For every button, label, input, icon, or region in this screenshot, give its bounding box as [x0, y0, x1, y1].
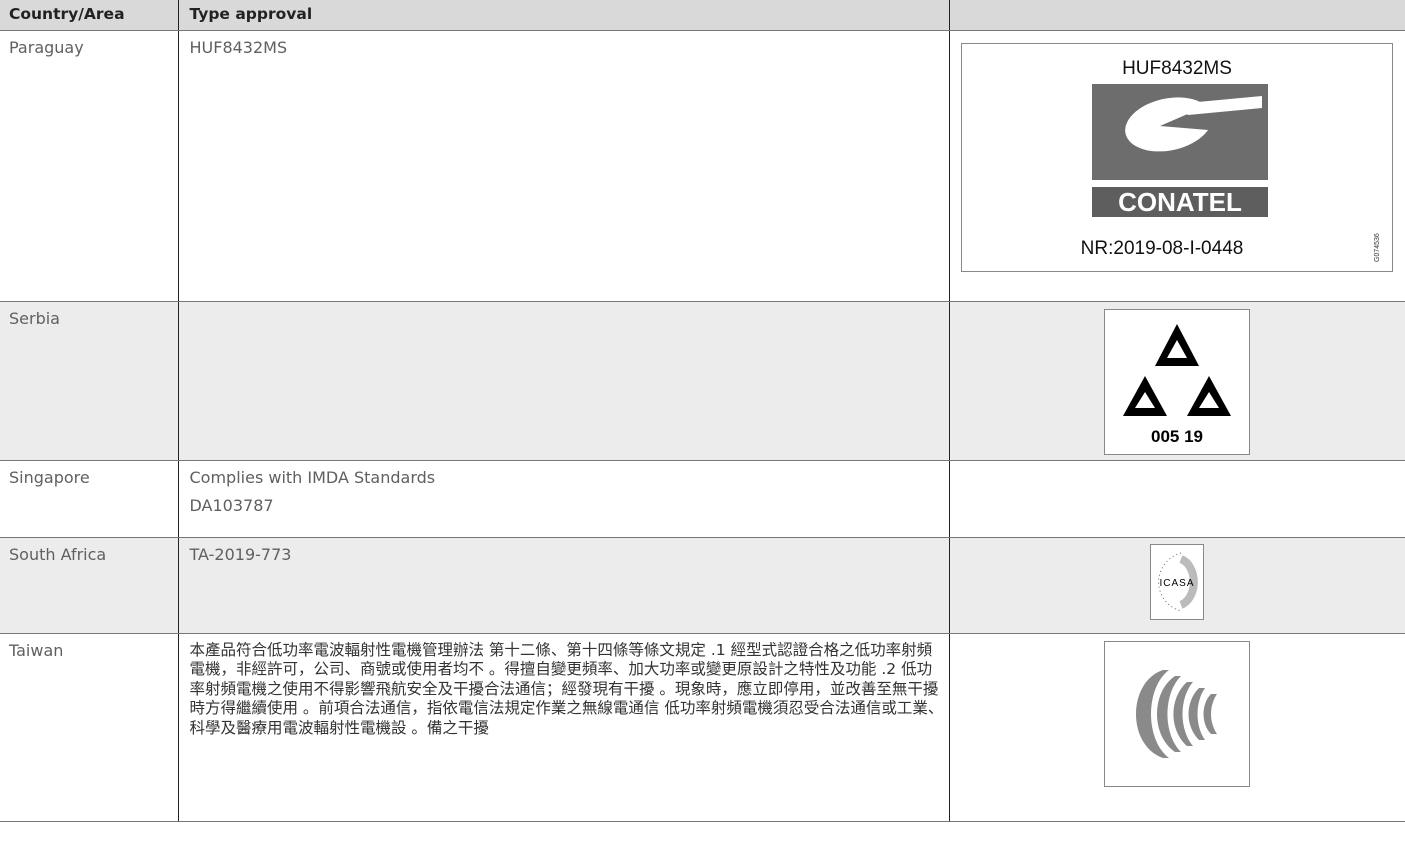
table-row-taiwan: Taiwan 本產品符合低功率電波輻射性電機管理辦法 第十二條、第十四條等條文規…	[0, 633, 1405, 822]
country-taiwan: Taiwan	[0, 633, 178, 822]
conatel-logo-graphic: HUF8432MS CONATEL NR:2019-08-I-0448 G074…	[1081, 58, 1381, 262]
approval-singapore: Complies with IMDA Standards DA103787	[177, 460, 949, 538]
header-logo-column	[948, 0, 1405, 31]
country-singapore: Singapore	[0, 460, 178, 538]
table-header-row: Country/Area Type approval	[0, 0, 1405, 31]
conatel-word: CONATEL	[1118, 187, 1242, 217]
logo-cell-singapore	[948, 460, 1405, 538]
approval-paraguay: HUF8432MS	[177, 30, 949, 302]
header-country-area: Country/Area	[0, 0, 178, 31]
conatel-code: G074536	[1374, 233, 1381, 262]
table-row-south-africa: South Africa TA-2019-773 ICASA	[0, 537, 1405, 634]
logo-cell-serbia: 005 19	[948, 301, 1405, 461]
type-approval-table: Country/Area Type approval Paraguay HUF8…	[0, 0, 1405, 822]
conatel-logo: HUF8432MS CONATEL NR:2019-08-I-0448 G074…	[961, 42, 1394, 272]
country-serbia: Serbia	[0, 301, 178, 461]
icasa-word: ICASA	[1160, 578, 1195, 589]
serbia-triangles-icon: 005 19	[1123, 323, 1232, 446]
table-row-singapore: Singapore Complies with IMDA Standards D…	[0, 460, 1405, 538]
table-row-paraguay: Paraguay HUF8432MS HUF8432MS CONATEL NR:…	[0, 30, 1405, 302]
ncc-emblem-icon	[1136, 669, 1218, 758]
logo-cell-taiwan	[948, 633, 1405, 822]
icasa-logo: ICASA	[1150, 543, 1205, 620]
approval-serbia	[177, 301, 949, 461]
conatel-title: HUF8432MS	[1122, 58, 1232, 79]
serbia-number: 005 19	[1151, 427, 1203, 446]
table-row-serbia: Serbia 005 19	[0, 301, 1405, 461]
country-south-africa: South Africa	[0, 537, 178, 634]
logo-cell-paraguay: HUF8432MS CONATEL NR:2019-08-I-0448 G074…	[948, 30, 1405, 302]
icasa-emblem-icon: ICASA	[1158, 552, 1199, 611]
approval-taiwan: 本產品符合低功率電波輻射性電機管理辦法 第十二條、第十四條等條文規定 .1 經型…	[177, 633, 949, 822]
serbia-ratel-logo: 005 19	[1104, 308, 1251, 455]
conatel-number: NR:2019-08-I-0448	[1081, 238, 1244, 259]
approval-south-africa: TA-2019-773	[177, 537, 949, 634]
singapore-line-2: DA103787	[189, 495, 274, 515]
taiwan-statement: 本產品符合低功率電波輻射性電機管理辦法 第十二條、第十四條等條文規定 .1 經型…	[189, 640, 944, 737]
header-type-approval: Type approval	[177, 0, 949, 31]
singapore-line-1: Complies with IMDA Standards	[189, 467, 436, 487]
country-paraguay: Paraguay	[0, 30, 178, 302]
logo-cell-south-africa: ICASA	[948, 537, 1405, 634]
ncc-logo	[1104, 640, 1251, 787]
